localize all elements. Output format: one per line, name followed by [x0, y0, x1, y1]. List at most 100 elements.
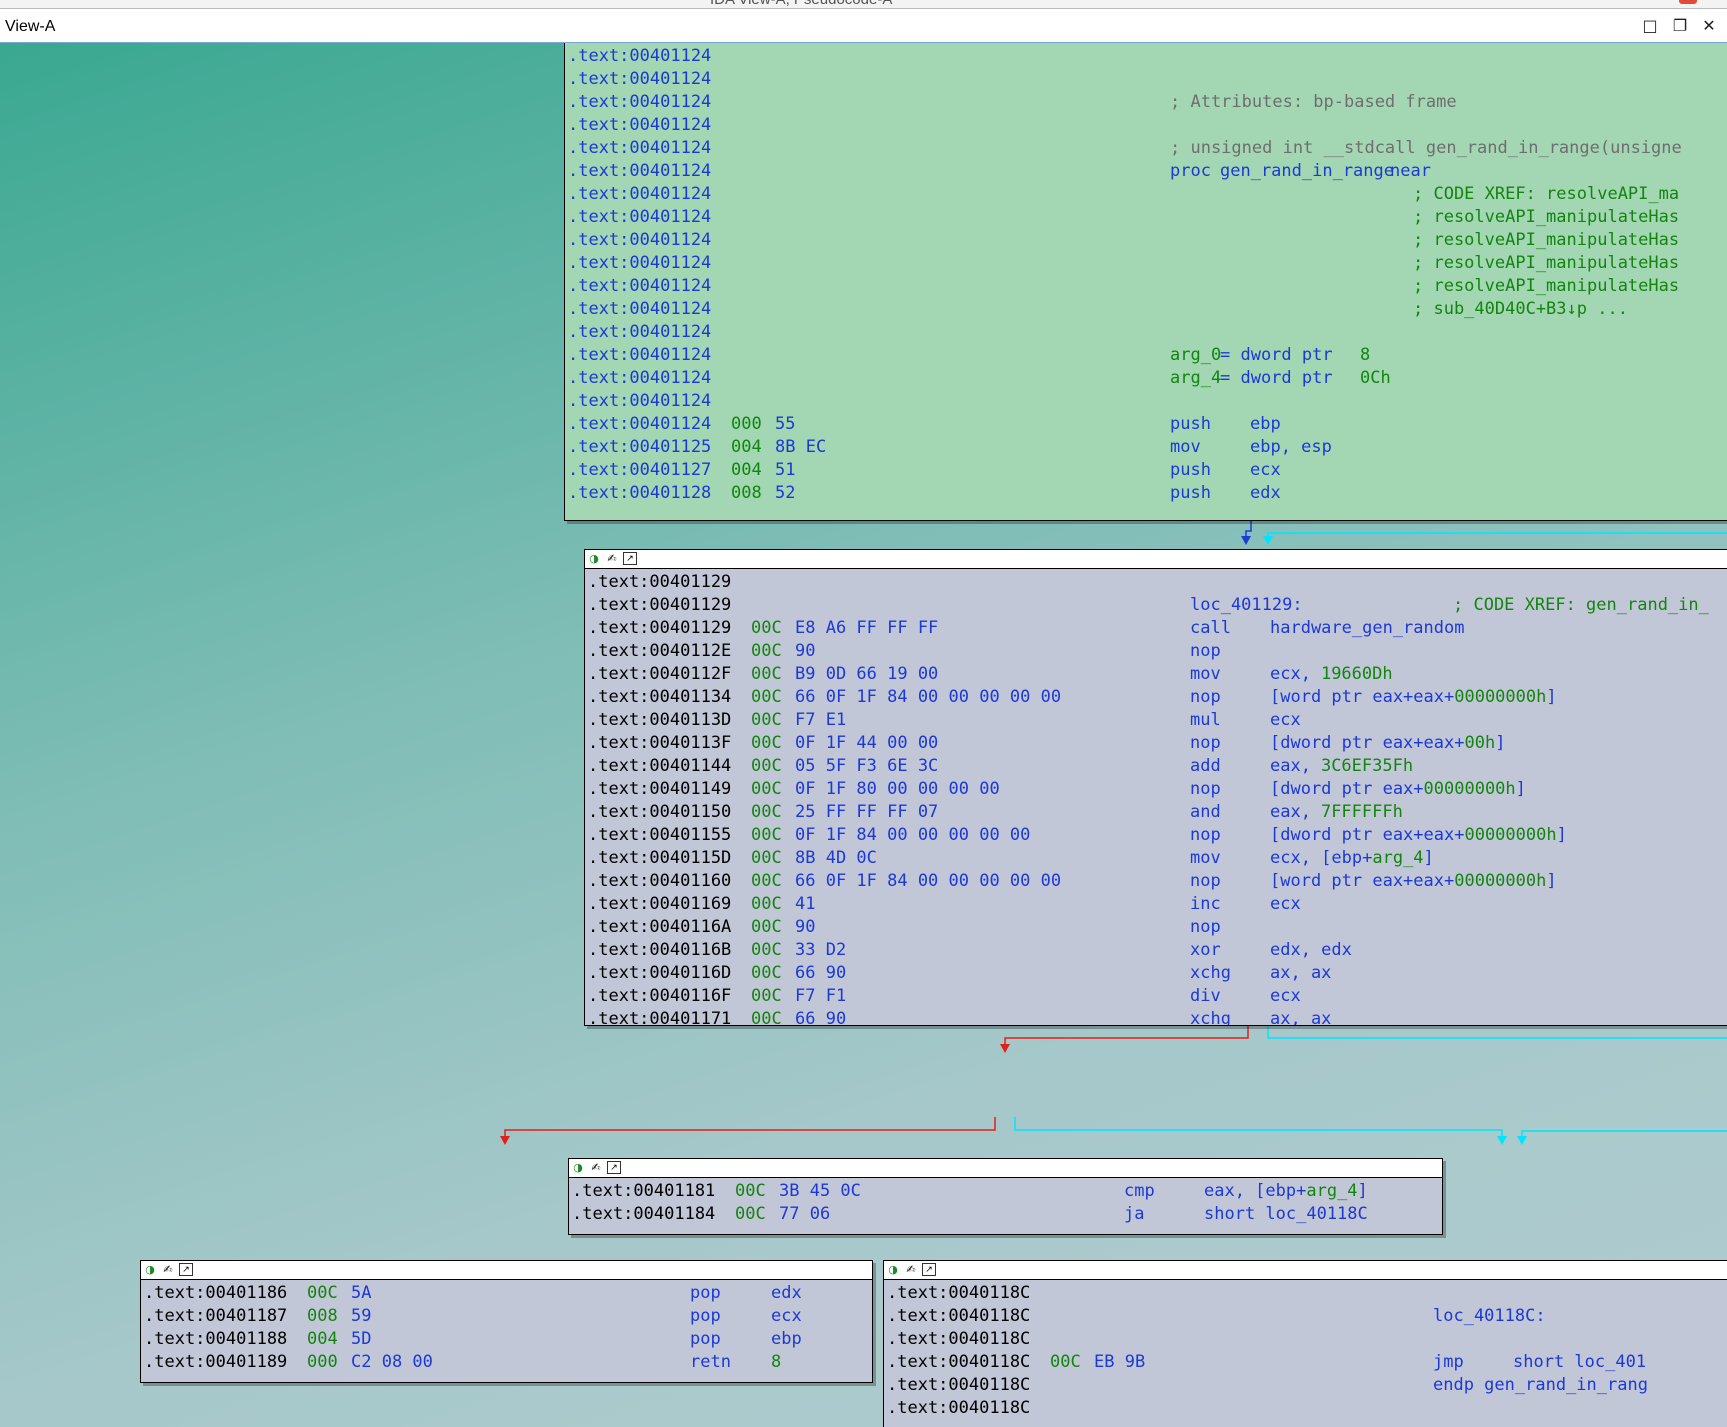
code-line[interactable]: .text:00401124 ; resolveAPI_manipulateHas: [565, 229, 1727, 252]
code-line[interactable]: .text:00401129: [585, 571, 1727, 594]
code-line[interactable]: .text:00401124 ; CODE XREF: resolveAPI_ma: [565, 183, 1727, 206]
code-line[interactable]: .text:00401124 ; sub_40D40C+B3↓p ...: [565, 298, 1727, 321]
code-line[interactable]: .text:00401129 loc_401129: ; CODE XREF: ge…: [585, 594, 1727, 617]
code-line[interactable]: .text:00401124 ; Attributes: bp-based fra…: [565, 91, 1727, 114]
close-icon[interactable]: ✕: [1699, 16, 1719, 36]
color-palette-icon[interactable]: ◑: [571, 1161, 585, 1174]
code-line[interactable]: .text:00401181 00C 3B 45 0C cmp eax, [ebp+ar…: [569, 1180, 1442, 1203]
code-line[interactable]: .text:0040118C: [884, 1397, 1727, 1420]
operand-text: ecx,: [1270, 664, 1311, 684]
code-line[interactable]: .text:0040116D 00C 66 90 xchg ax, ax: [585, 962, 1727, 985]
code-line[interactable]: .text:00401144 00C 05 5F F3 6E 3C add eax, 3C…: [585, 755, 1727, 778]
xref-comment: ; CODE XREF: resolveAPI_ma: [1413, 184, 1680, 204]
operand-text: hardware_gen_random: [1270, 618, 1465, 638]
zoom-graph-icon[interactable]: ↗: [607, 1161, 621, 1174]
operands: ecx: [1250, 459, 1281, 482]
code-line[interactable]: .text:00401169 00C 41 inc ecx: [585, 893, 1727, 916]
code-block-epilogue[interactable]: ◑ ✍ ↗ .text:00401186 00C 5A pop edx .text:004011…: [140, 1260, 873, 1383]
address: .text:0040116D: [588, 963, 732, 983]
rename-icon[interactable]: ✍: [605, 552, 619, 565]
code-line[interactable]: .text:0040118C 00C EB 9B jmp short loc_401: [884, 1351, 1727, 1374]
code-line[interactable]: .text:00401127 004 51 push ecx: [565, 459, 1727, 482]
address: .text:0040118C: [887, 1352, 1031, 1372]
zoom-graph-icon[interactable]: ↗: [922, 1263, 936, 1276]
stack-pointer: 00C: [751, 687, 782, 707]
code-block-prologue[interactable]: .text:00401124 .text:00401124 .text:004011…: [564, 43, 1727, 521]
code-line[interactable]: .text:00401128 008 52 push edx: [565, 482, 1727, 505]
code-block-loop[interactable]: ◑ ✍ ↗ .text:00401129 .text:00401129 loc_40112…: [584, 549, 1727, 1026]
code-line[interactable]: .text:00401188 004 5D pop ebp: [141, 1328, 872, 1351]
opcode-bytes: E8 A6 FF FF FF: [795, 618, 939, 638]
code-line[interactable]: .text:00401186 00C 5A pop edx: [141, 1282, 872, 1305]
code-line[interactable]: .text:00401171 00C 66 90 xchg ax, ax: [585, 1008, 1727, 1026]
code-line[interactable]: .text:00401124 000 55 push ebp: [565, 413, 1727, 436]
opcode-bytes: 41: [795, 894, 816, 914]
code-line[interactable]: .text:00401124 ; resolveAPI_manipulateHas: [565, 252, 1727, 275]
zoom-graph-icon[interactable]: ↗: [179, 1263, 193, 1276]
code-block-check-upper[interactable]: ◑ ✍ ↗ .text:00401181 00C 3B 45 0C cmp eax, [ebp…: [568, 1158, 1443, 1235]
rename-icon[interactable]: ✍: [589, 1161, 603, 1174]
stack-pointer: 00C: [751, 917, 782, 937]
code-line[interactable]: .text:00401125 004 8B EC mov ebp, esp: [565, 436, 1727, 459]
code-line[interactable]: .text:0040112E 00C 90 nop: [585, 640, 1727, 663]
code-line[interactable]: .text:00401124 proc gen_rand_in_range near: [565, 160, 1727, 183]
address: .text:0040115D: [588, 848, 732, 868]
restore-icon[interactable]: ❐: [1670, 16, 1690, 36]
code-line[interactable]: .text:00401124: [565, 321, 1727, 344]
code-line[interactable]: .text:00401124 ; resolveAPI_manipulateHas: [565, 275, 1727, 298]
code-line[interactable]: .text:00401124: [565, 390, 1727, 413]
code-line[interactable]: .text:0040118C: [884, 1328, 1727, 1351]
opcode-bytes: 55: [775, 414, 796, 434]
code-line[interactable]: .text:0040116A 00C 90 nop: [585, 916, 1727, 939]
zoom-graph-icon[interactable]: ↗: [623, 552, 637, 565]
rename-icon[interactable]: ✍: [904, 1263, 918, 1276]
mnemonic: div: [1190, 986, 1221, 1006]
code-line[interactable]: .text:00401160 00C 66 0F 1F 84 00 00 00 00…: [585, 870, 1727, 893]
color-palette-icon[interactable]: ◑: [886, 1263, 900, 1276]
code-line[interactable]: .text:00401124: [565, 45, 1727, 68]
code-line[interactable]: .text:0040116B 00C 33 D2 xor edx, edx: [585, 939, 1727, 962]
code-line[interactable]: .text:0040113F 00C 0F 1F 44 00 00 nop [dword…: [585, 732, 1727, 755]
mnemonic: push: [1170, 483, 1211, 503]
code-line[interactable]: .text:0040112F 00C B9 0D 66 19 00 mov ecx, 19…: [585, 663, 1727, 686]
code-line[interactable]: .text:0040118C: [884, 1282, 1727, 1305]
operands: edx: [1250, 482, 1281, 505]
block-header: ◑ ✍ ↗: [569, 1159, 1442, 1178]
code-line[interactable]: .text:00401124 ; resolveAPI_manipulateHas: [565, 206, 1727, 229]
code-line[interactable]: .text:0040118C endp gen_rand_in_rang: [884, 1374, 1727, 1397]
operands: hardware_gen_random: [1270, 617, 1464, 640]
code-line[interactable]: .text:00401124: [565, 114, 1727, 137]
mnemonic: call: [1190, 618, 1231, 638]
operands: ecx, [ebp+arg_4]: [1270, 847, 1434, 870]
arg-name: arg_0: [1170, 345, 1222, 365]
code-line[interactable]: .text:00401134 00C 66 0F 1F 84 00 00 00 00…: [585, 686, 1727, 709]
code-line[interactable]: .text:00401124 arg_4 = dword ptr 0Ch: [565, 367, 1727, 390]
graph-canvas[interactable]: .text:00401124 .text:00401124 .text:004011…: [0, 43, 1727, 1427]
arrowhead-b4: [500, 1136, 510, 1145]
code-line[interactable]: .text:00401184 00C 77 06 ja short loc_40118C: [569, 1203, 1442, 1226]
code-line[interactable]: .text:00401150 00C 25 FF FF FF 07 and eax, 7F…: [585, 801, 1727, 824]
code-line[interactable]: .text:00401129 00C E8 A6 FF FF FF call hardw…: [585, 617, 1727, 640]
code-line[interactable]: .text:00401155 00C 0F 1F 84 00 00 00 00 00…: [585, 824, 1727, 847]
color-palette-icon[interactable]: ◑: [587, 552, 601, 565]
code-line[interactable]: .text:0040115D 00C 8B 4D 0C mov ecx, [ebp+ar…: [585, 847, 1727, 870]
address: .text:00401149: [588, 779, 732, 799]
code-line[interactable]: .text:0040118C loc_40118C:: [884, 1305, 1727, 1328]
code-line[interactable]: .text:00401189 000 C2 08 00 retn 8: [141, 1351, 872, 1374]
close-app-icon[interactable]: [1679, 0, 1697, 4]
color-palette-icon[interactable]: ◑: [143, 1263, 157, 1276]
mnemonic: xchg: [1190, 1009, 1231, 1026]
code-line[interactable]: .text:00401124: [565, 68, 1727, 91]
proc-name: gen_rand_in_range: [1220, 161, 1394, 181]
code-line[interactable]: .text:00401187 008 59 pop ecx: [141, 1305, 872, 1328]
code-line[interactable]: .text:00401149 00C 0F 1F 80 00 00 00 00 nop…: [585, 778, 1727, 801]
code-block-loc-40118C[interactable]: ◑ ✍ ↗ .text:0040118C .text:0040118C loc_40118…: [883, 1260, 1727, 1427]
maximize-icon[interactable]: □: [1640, 16, 1660, 36]
code-line[interactable]: .text:0040116F 00C F7 F1 div ecx: [585, 985, 1727, 1008]
code-line[interactable]: .text:0040113D 00C F7 E1 mul ecx: [585, 709, 1727, 732]
code-line[interactable]: .text:00401124 ; unsigned int __stdcall g…: [565, 137, 1727, 160]
rename-icon[interactable]: ✍: [161, 1263, 175, 1276]
address: .text:0040112F: [588, 664, 732, 684]
address: .text:00401124: [568, 253, 712, 273]
code-line[interactable]: .text:00401124 arg_0 = dword ptr 8: [565, 344, 1727, 367]
